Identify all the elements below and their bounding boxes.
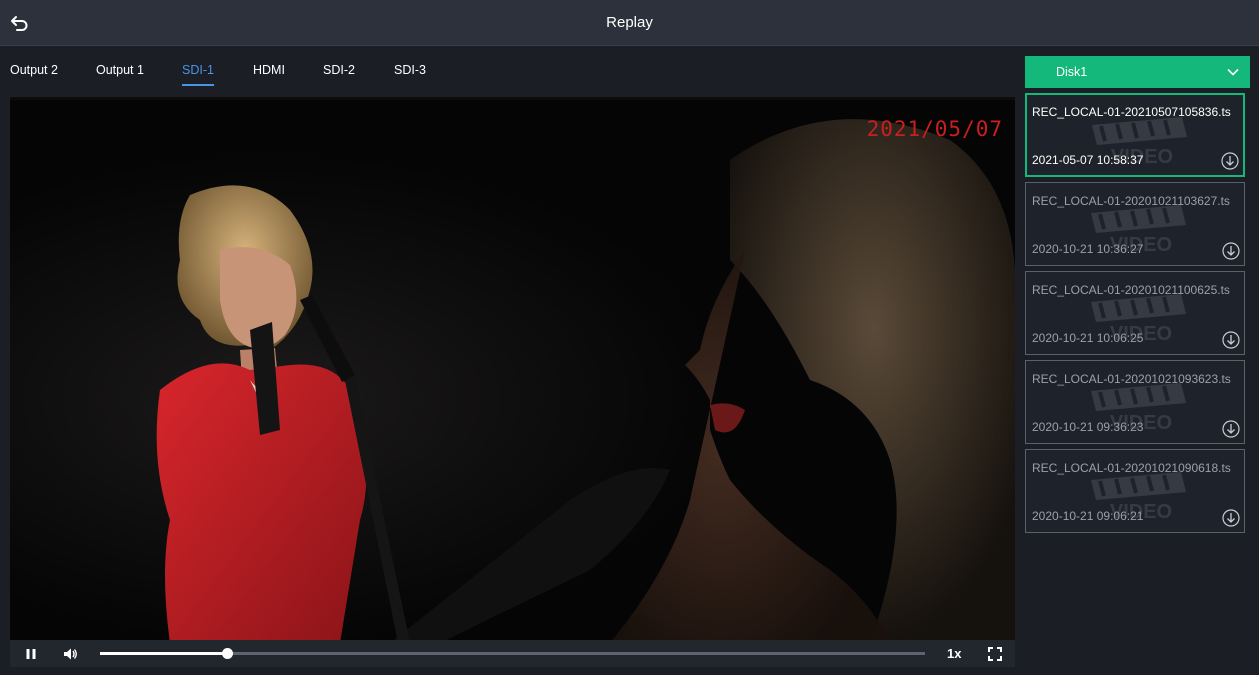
download-icon[interactable]: [1221, 152, 1239, 170]
recording-timestamp: 2020-10-21 10:06:25: [1032, 331, 1144, 345]
recording-filename: REC_LOCAL-01-20201021090618.ts: [1032, 461, 1231, 475]
pause-icon[interactable]: [23, 646, 39, 662]
progress-fill: [100, 652, 228, 655]
volume-icon[interactable]: [62, 646, 78, 662]
progress-handle[interactable]: [222, 648, 234, 659]
tab-sdi-3[interactable]: SDI-3: [394, 63, 426, 86]
disk-selected-value: Disk1: [1056, 65, 1088, 79]
download-icon[interactable]: [1222, 331, 1240, 349]
download-icon[interactable]: [1222, 420, 1240, 438]
osd-date-overlay: 2021/05/07: [866, 117, 1003, 141]
recording-timestamp: 2020-10-21 09:36:23: [1032, 420, 1144, 434]
playback-speed[interactable]: 1x: [947, 646, 961, 661]
recording-item[interactable]: VIDEO REC_LOCAL-01-20201021093623.ts 202…: [1025, 360, 1245, 444]
fullscreen-icon[interactable]: [987, 646, 1003, 662]
tab-output-2[interactable]: Output 2: [10, 63, 58, 86]
chevron-down-icon: [1227, 68, 1239, 76]
page-title: Replay: [606, 14, 653, 31]
recording-item-selected[interactable]: VIDEO REC_LOCAL-01-20210507105836.ts 202…: [1025, 93, 1245, 177]
player-controls: 1x: [10, 640, 1015, 667]
download-icon[interactable]: [1222, 242, 1240, 260]
disk-dropdown[interactable]: Disk1: [1025, 56, 1250, 88]
recording-timestamp: 2020-10-21 10:36:27: [1032, 242, 1144, 256]
recording-timestamp: 2021-05-07 10:58:37: [1032, 153, 1144, 167]
tab-output-1[interactable]: Output 1: [96, 63, 144, 86]
download-icon[interactable]: [1222, 509, 1240, 527]
recording-item[interactable]: VIDEO REC_LOCAL-01-20201021100625.ts 202…: [1025, 271, 1245, 355]
recording-filename: REC_LOCAL-01-20210507105836.ts: [1032, 105, 1231, 119]
recording-filename: REC_LOCAL-01-20201021100625.ts: [1032, 283, 1230, 297]
video-player[interactable]: 2021/05/07 1x: [10, 97, 1015, 667]
tab-sdi-1[interactable]: SDI-1: [182, 63, 214, 86]
tab-sdi-2[interactable]: SDI-2: [323, 63, 355, 86]
recording-item[interactable]: VIDEO REC_LOCAL-01-20201021103627.ts 202…: [1025, 182, 1245, 266]
progress-bar[interactable]: [100, 648, 925, 659]
top-bar: Replay: [0, 0, 1259, 46]
recording-timestamp: 2020-10-21 09:06:21: [1032, 509, 1144, 523]
recording-filename: REC_LOCAL-01-20201021103627.ts: [1032, 194, 1230, 208]
video-frame: [10, 100, 1015, 643]
recording-item[interactable]: VIDEO REC_LOCAL-01-20201021090618.ts 202…: [1025, 449, 1245, 533]
tab-hdmi[interactable]: HDMI: [253, 63, 285, 86]
recording-filename: REC_LOCAL-01-20201021093623.ts: [1032, 372, 1231, 386]
